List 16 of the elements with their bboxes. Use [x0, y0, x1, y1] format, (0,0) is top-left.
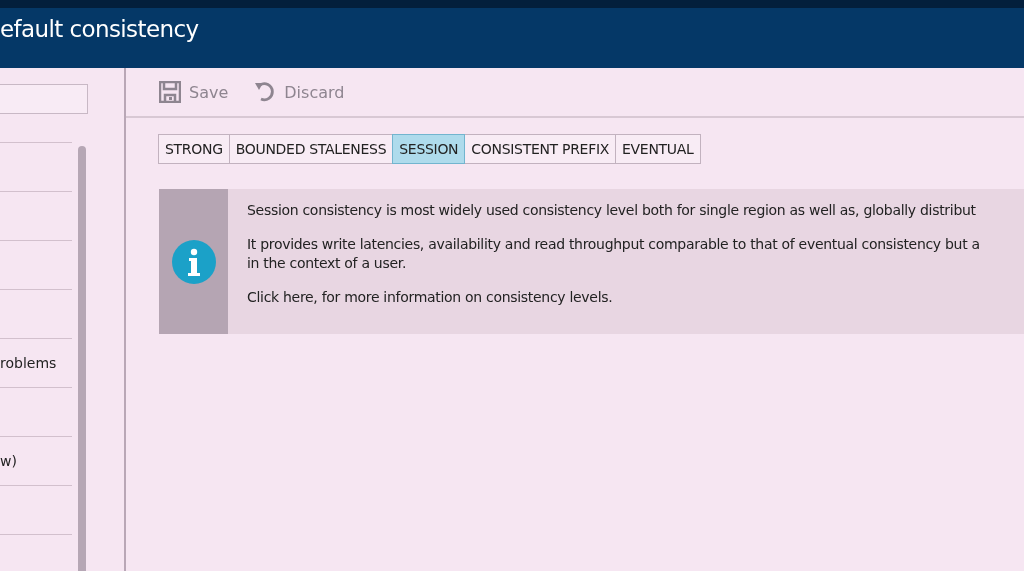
info-text: It provides write latencies, availability and read throughput comparable to that of eventual consistency but a in the context of a user.	[247, 235, 980, 273]
window-title: efault consistency	[0, 15, 200, 42]
sidebar-item[interactable]: w)	[0, 453, 17, 469]
sidebar-item[interactable]: roblems	[0, 355, 57, 371]
tab[interactable]: CONSISTENT PREFIX	[464, 134, 616, 164]
tab[interactable]: STRONG	[158, 134, 230, 164]
scrollbar[interactable]	[78, 146, 86, 571]
info-text: Session consistency is most widely used consistency level both for single region as well as, globally distribut	[247, 201, 977, 220]
tab[interactable]: EVENTUAL	[615, 134, 701, 164]
tab[interactable]: BOUNDED STALENESS	[228, 134, 394, 164]
undo-icon	[254, 81, 277, 103]
search-field[interactable]	[0, 84, 88, 114]
save-icon	[159, 81, 181, 103]
info-icon	[171, 239, 216, 284]
info-text: Click here, for more information on consistency levels.	[247, 288, 614, 307]
tab[interactable]: SESSION	[392, 134, 466, 164]
